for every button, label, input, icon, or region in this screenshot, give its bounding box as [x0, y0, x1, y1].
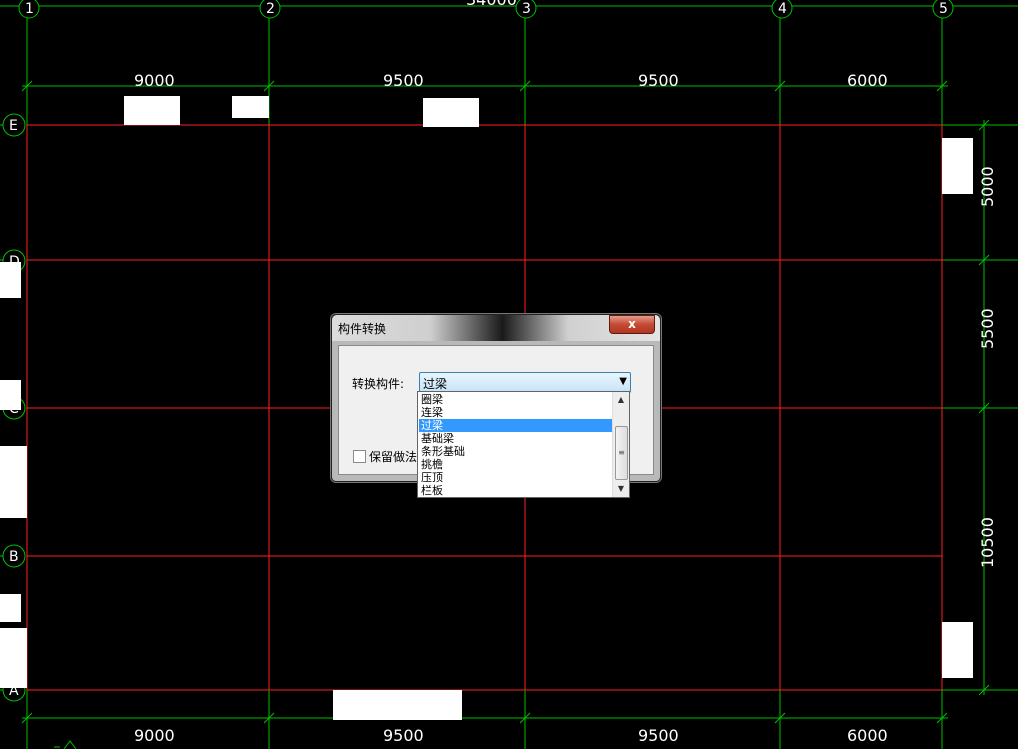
- right-dim-2: 5500: [978, 308, 997, 349]
- axis-4: 4: [778, 1, 787, 17]
- bottom-dim-3: 9500: [638, 726, 679, 745]
- axis-5: 5: [939, 1, 948, 17]
- axis-2: 2: [266, 1, 275, 17]
- element-block[interactable]: [333, 690, 462, 720]
- axis-1: 1: [25, 1, 34, 17]
- element-block[interactable]: [942, 138, 973, 194]
- combobox-value: 过梁: [423, 377, 448, 391]
- bottom-dim-2: 9500: [383, 726, 424, 745]
- element-block[interactable]: [423, 98, 479, 127]
- right-dim-1: 5000: [978, 166, 997, 207]
- axis-B: B: [9, 549, 19, 565]
- element-block[interactable]: [0, 594, 21, 622]
- top-dim-4: 6000: [847, 71, 888, 90]
- close-button[interactable]: x: [609, 315, 655, 334]
- element-block[interactable]: [0, 262, 21, 298]
- preserve-method-checkbox[interactable]: [353, 450, 366, 463]
- ucs-icon: [54, 740, 77, 749]
- top-dim-1: 9000: [134, 71, 175, 90]
- dialog-title: 构件转换: [338, 322, 387, 336]
- axis-3: 3: [522, 1, 531, 17]
- overall-dimension: 34000: [466, 0, 517, 9]
- chevron-down-icon[interactable]: ▼: [619, 376, 627, 387]
- list-item[interactable]: 基础梁: [419, 432, 613, 445]
- list-item-selected[interactable]: 过梁: [419, 419, 613, 432]
- list-item[interactable]: 栏板: [419, 484, 613, 497]
- element-block[interactable]: [942, 622, 973, 678]
- list-item[interactable]: 条形基础: [419, 445, 613, 458]
- element-block[interactable]: [232, 96, 269, 118]
- dropdown-scrollbar[interactable]: ▲ ≡ ▼: [612, 392, 629, 497]
- bottom-dim-4: 6000: [847, 726, 888, 745]
- component-dropdown-list: 圈梁 连梁 过梁 基础梁 条形基础 挑檐 压顶 栏板 ▲ ≡ ▼: [417, 391, 630, 498]
- preserve-method-label: 保留做法: [369, 450, 418, 464]
- element-block[interactable]: [0, 446, 27, 518]
- top-dim-2: 9500: [383, 71, 424, 90]
- axis-E: E: [9, 118, 18, 134]
- top-dim-3: 9500: [638, 71, 679, 90]
- bottom-dim-1: 9000: [134, 726, 175, 745]
- element-block[interactable]: [0, 380, 21, 410]
- list-item[interactable]: 连梁: [419, 406, 613, 419]
- convert-component-combobox[interactable]: 过梁 ▼: [419, 372, 631, 393]
- convert-component-label: 转换构件:: [352, 377, 405, 391]
- list-item[interactable]: 挑檐: [419, 458, 613, 471]
- list-item[interactable]: 压顶: [419, 471, 613, 484]
- scroll-down-icon[interactable]: ▼: [613, 481, 629, 497]
- element-block[interactable]: [124, 96, 180, 125]
- list-item[interactable]: 圈梁: [419, 393, 613, 406]
- scroll-up-icon[interactable]: ▲: [613, 392, 629, 408]
- scroll-thumb[interactable]: ≡: [615, 426, 628, 480]
- right-dim-3: 10500: [978, 517, 997, 568]
- element-block[interactable]: [0, 628, 27, 688]
